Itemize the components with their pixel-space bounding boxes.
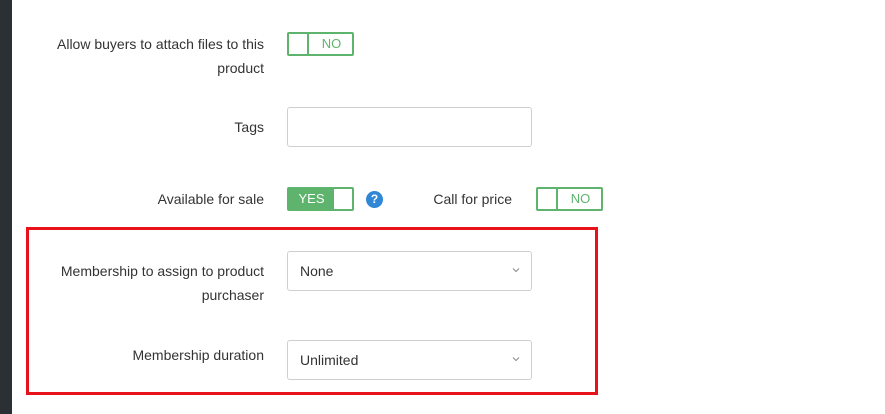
toggle-knob: [332, 189, 352, 209]
membership-duration-select[interactable]: Unlimited: [287, 340, 532, 380]
tags-input[interactable]: [287, 107, 532, 147]
membership-label: Membership to assign to product purchase…: [60, 263, 264, 303]
toggle-knob: [289, 34, 309, 54]
membership-select[interactable]: None: [287, 251, 532, 291]
toggle-state-label: NO: [321, 36, 342, 51]
membership-duration-select-value: Unlimited: [300, 352, 359, 368]
tags-label: Tags: [234, 119, 264, 135]
membership-select-value: None: [300, 263, 334, 279]
attach-files-toggle[interactable]: NO: [287, 32, 354, 56]
call-for-price-toggle[interactable]: NO: [536, 187, 603, 211]
chevron-down-icon: [512, 268, 520, 273]
question-circle-icon[interactable]: ?: [366, 191, 383, 208]
membership-duration-label: Membership duration: [132, 347, 264, 363]
available-for-sale-toggle[interactable]: YES: [287, 187, 354, 211]
available-for-sale-label: Available for sale: [157, 191, 264, 207]
sidebar-edge: [0, 0, 12, 414]
toggle-knob: [538, 189, 558, 209]
chevron-down-icon: [512, 357, 520, 362]
attach-files-label: Allow buyers to attach files to this pro…: [57, 36, 264, 76]
toggle-state-label: NO: [570, 191, 591, 206]
toggle-state-label: YES: [298, 191, 325, 206]
call-for-price-label: Call for price: [433, 191, 512, 207]
